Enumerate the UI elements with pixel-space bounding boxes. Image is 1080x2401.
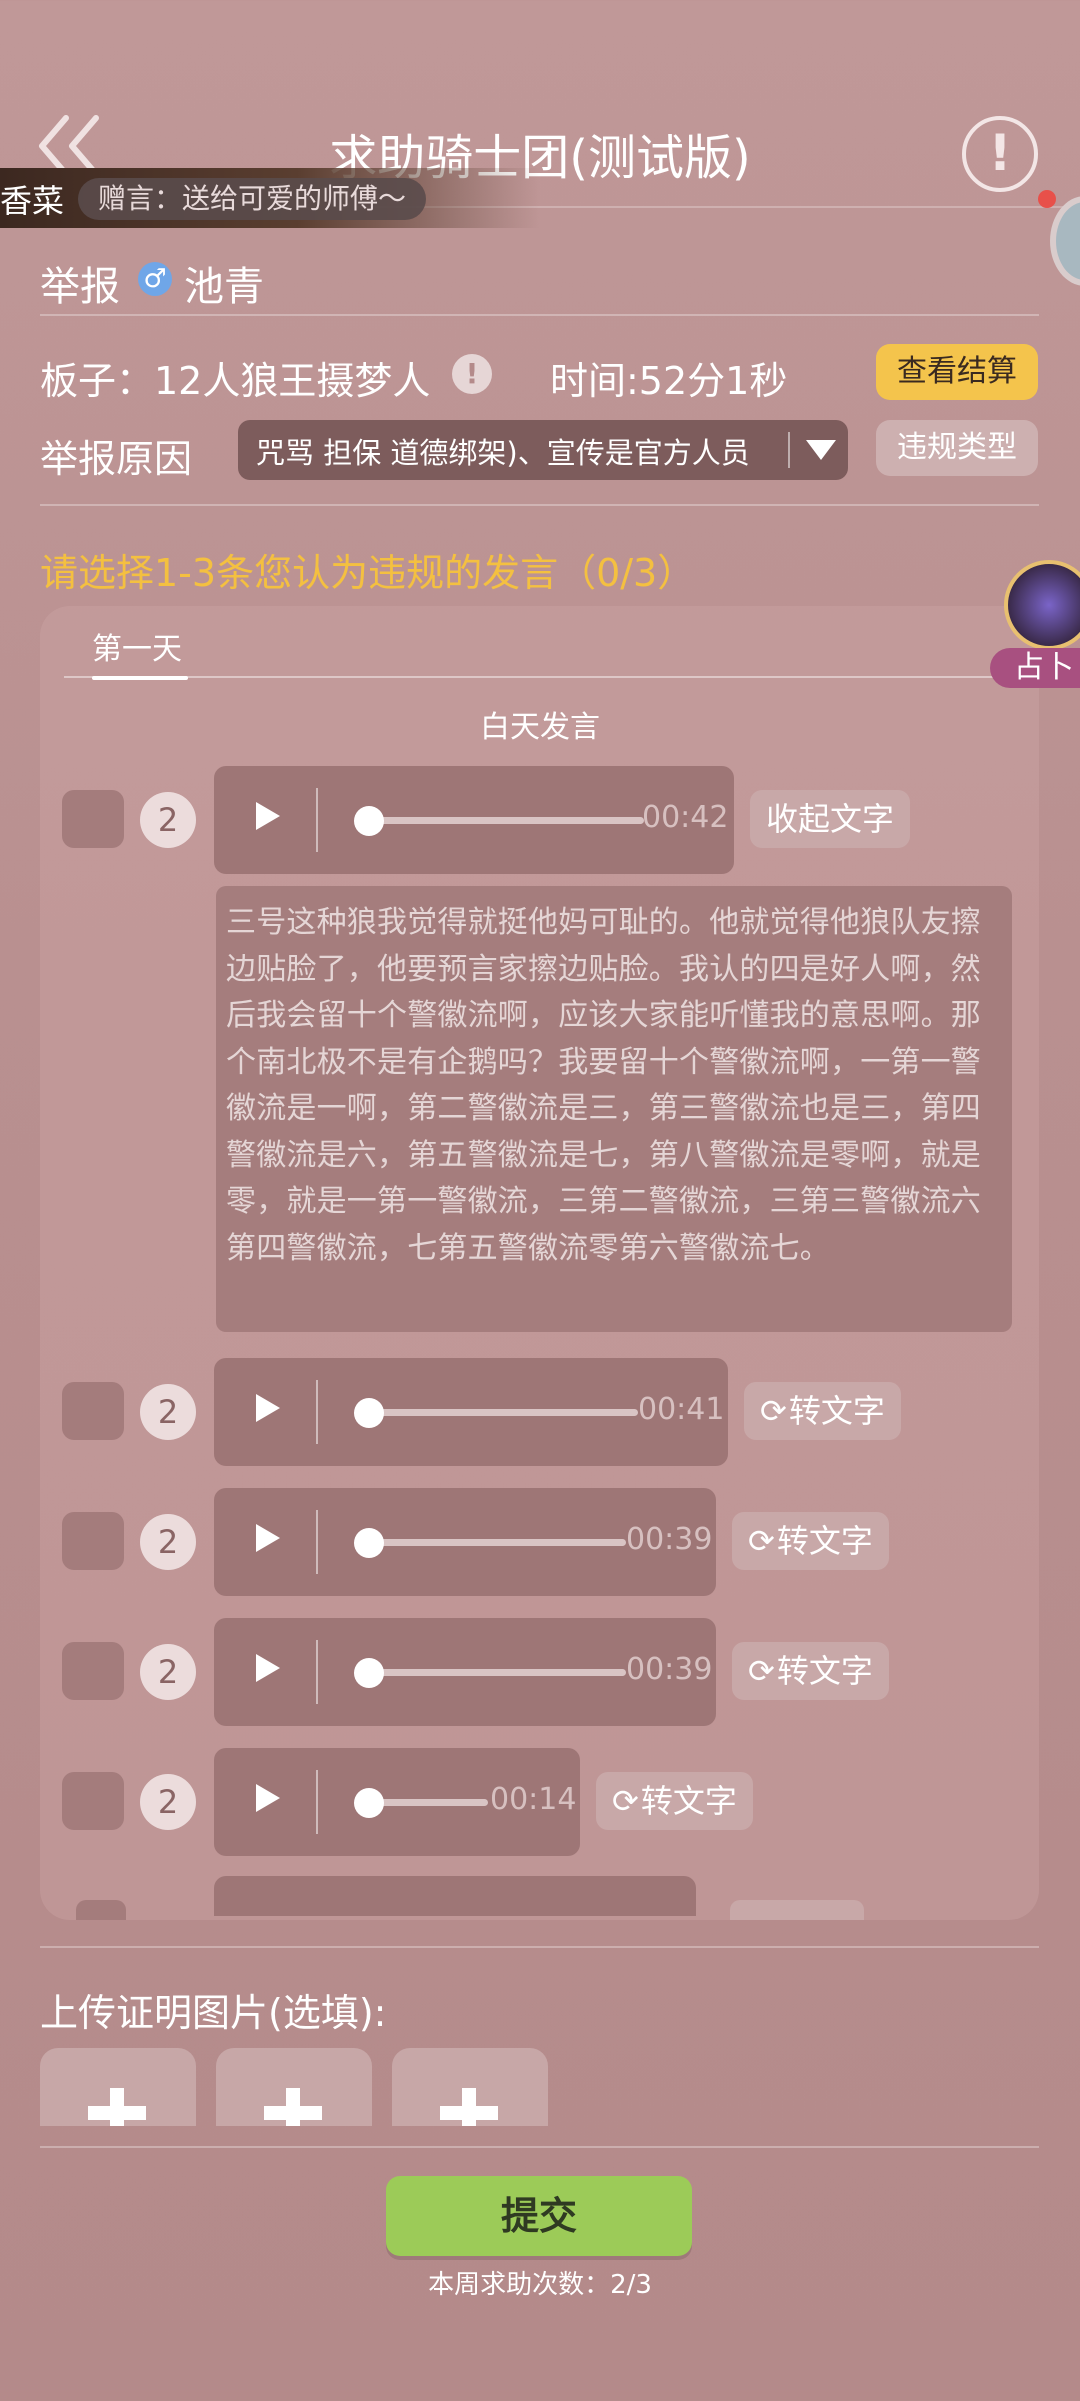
voice-duration: 00:42 — [642, 800, 729, 835]
weekly-help-count: 本周求助次数：2/3 — [428, 2270, 652, 2300]
progress-knob[interactable] — [354, 806, 384, 836]
divination-label[interactable]: 占卜 — [990, 648, 1080, 688]
speech-checkbox[interactable] — [62, 1642, 124, 1700]
voice-message[interactable] — [214, 1876, 696, 1916]
progress-track[interactable] — [362, 1669, 626, 1676]
speech-checkbox[interactable] — [62, 1772, 124, 1830]
dropdown-arrow-icon — [806, 440, 836, 460]
gift-message: 赠言：送给可爱的师傅～ — [78, 178, 427, 220]
game-time: 时间:52分1秒 — [550, 359, 788, 403]
upload-image-slot[interactable] — [216, 2048, 372, 2126]
notification-dot — [1038, 190, 1056, 208]
seat-number-badge: 2 — [140, 1384, 196, 1440]
reason-select[interactable]: 咒骂 担保 道德绑架)、宣传是官方人员 — [238, 420, 848, 480]
upload-image-slot[interactable] — [392, 2048, 548, 2126]
play-icon[interactable] — [256, 802, 280, 830]
tab-day-one[interactable]: 第一天 — [92, 624, 182, 668]
upload-image-slot[interactable] — [40, 2048, 196, 2126]
report-target-name: 池青 — [184, 264, 264, 310]
speech-checkbox[interactable] — [76, 1900, 126, 1920]
collapse-text-button[interactable]: 收起文字 — [750, 790, 911, 848]
view-settlement-button[interactable]: 查看结算 — [876, 344, 1038, 400]
refresh-icon: ⟳ — [760, 1392, 787, 1430]
play-icon[interactable] — [256, 1784, 280, 1812]
section-title: 白天发言 — [480, 710, 600, 745]
speech-transcript: 三号这种狼我觉得就挺他妈可耻的。他就觉得他狼队友擦边贴脸了，他要预言家擦边贴脸。… — [216, 886, 1012, 1332]
speech-checkbox[interactable] — [62, 790, 124, 848]
selection-prompt: 请选择1-3条您认为违规的发言（0/3） — [40, 551, 696, 595]
divider — [40, 1946, 1039, 1948]
reason-selected-value: 咒骂 担保 道德绑架)、宣传是官方人员 — [256, 436, 750, 470]
voice-duration: 00:39 — [626, 1522, 713, 1557]
progress-track[interactable] — [362, 1539, 626, 1546]
select-separator — [788, 432, 790, 468]
voice-message[interactable]: 00:14 — [214, 1748, 580, 1856]
progress-knob[interactable] — [354, 1788, 384, 1818]
transcribe-button[interactable]: ⟳转文字 — [732, 1642, 889, 1700]
seat-number-badge: 2 — [140, 1774, 196, 1830]
voice-message[interactable]: 00:42 — [214, 766, 734, 874]
progress-knob[interactable] — [354, 1528, 384, 1558]
transcribe-button[interactable] — [730, 1900, 864, 1920]
refresh-icon: ⟳ — [612, 1782, 639, 1820]
progress-track[interactable] — [362, 817, 644, 824]
seat-number-badge: 2 — [140, 792, 196, 848]
side-avatar[interactable] — [1050, 196, 1080, 286]
board-info: 板子：12人狼王摄梦人 — [40, 359, 431, 403]
progress-knob[interactable] — [354, 1658, 384, 1688]
divider — [40, 314, 1039, 316]
alert-button[interactable]: ! — [962, 116, 1038, 192]
report-label: 举报 — [40, 264, 120, 310]
transcribe-button[interactable]: ⟳转文字 — [596, 1772, 753, 1830]
upload-label: 上传证明图片(选填): — [40, 1991, 387, 2035]
play-icon[interactable] — [256, 1394, 280, 1422]
transcribe-button[interactable]: ⟳转文字 — [744, 1382, 901, 1440]
gift-sender-name: 香菜 — [0, 182, 65, 220]
progress-knob[interactable] — [354, 1398, 384, 1428]
speech-checkbox[interactable] — [62, 1512, 124, 1570]
voice-duration: 00:39 — [626, 1652, 713, 1687]
tab-divider — [64, 676, 1039, 678]
refresh-icon: ⟳ — [748, 1522, 775, 1560]
voice-duration: 00:41 — [638, 1392, 725, 1427]
refresh-icon: ⟳ — [748, 1652, 775, 1690]
voice-message[interactable]: 00:39 — [214, 1618, 716, 1726]
seat-number-badge: 2 — [140, 1644, 196, 1700]
info-icon[interactable]: ! — [452, 354, 492, 394]
reason-label: 举报原因 — [40, 437, 193, 481]
voice-message[interactable]: 00:39 — [214, 1488, 716, 1596]
voice-message[interactable]: 00:41 — [214, 1358, 728, 1466]
submit-button[interactable]: 提交 — [386, 2176, 692, 2256]
progress-track[interactable] — [362, 1409, 638, 1416]
violation-type-button[interactable]: 违规类型 — [876, 420, 1038, 476]
divider — [40, 504, 1039, 506]
voice-duration: 00:14 — [490, 1782, 577, 1817]
seat-number-badge: 2 — [140, 1514, 196, 1570]
divider — [40, 2146, 1039, 2148]
male-gender-icon: ♂ — [138, 262, 172, 296]
exclamation-circle-icon: ! — [988, 124, 1012, 182]
transcribe-button[interactable]: ⟳转文字 — [732, 1512, 889, 1570]
play-icon[interactable] — [256, 1654, 280, 1682]
play-icon[interactable] — [256, 1524, 280, 1552]
active-tab-indicator — [92, 676, 188, 680]
speech-checkbox[interactable] — [62, 1382, 124, 1440]
